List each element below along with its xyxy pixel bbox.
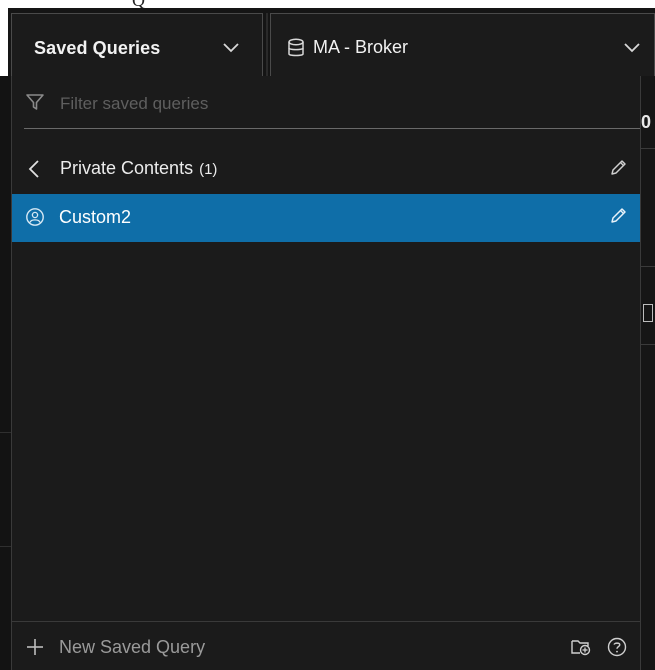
database-icon (288, 38, 304, 57)
divider (641, 148, 655, 149)
panel-footer: New Saved Query (12, 621, 640, 670)
filter-input[interactable] (58, 90, 602, 118)
chevron-left-icon[interactable] (28, 159, 40, 179)
saved-query-item[interactable]: Custom2 (12, 194, 640, 242)
saved-queries-label: Saved Queries (34, 38, 161, 58)
background-left (0, 76, 11, 670)
chevron-down-icon (624, 43, 640, 53)
saved-queries-panel: Private Contents (1) Custom2 New Saved Qu… (11, 76, 641, 670)
filter-underline (24, 128, 640, 129)
divider (641, 266, 655, 267)
group-name: Private Contents (60, 158, 194, 178)
top-strip: Q (0, 0, 655, 10)
saved-query-label: Custom2 (59, 207, 132, 227)
pencil-icon[interactable] (608, 158, 628, 178)
background-right: 0 (641, 76, 655, 670)
user-circle-icon (26, 208, 44, 226)
header-separator (266, 13, 268, 77)
new-saved-query-button[interactable]: New Saved Query (59, 637, 205, 658)
pencil-icon[interactable] (608, 206, 628, 226)
divider (0, 432, 11, 433)
chevron-down-icon (223, 43, 239, 53)
divider (641, 344, 655, 345)
group-label: Private Contents (1) (60, 158, 217, 179)
folder-add-icon[interactable] (570, 637, 592, 657)
filter-icon (26, 94, 44, 110)
divider (0, 546, 11, 547)
group-header-private-contents[interactable]: Private Contents (1) (12, 144, 640, 194)
group-count: (1) (199, 161, 218, 178)
query-header: Saved Queries MA - Broker (8, 8, 655, 77)
saved-queries-dropdown[interactable]: Saved Queries (11, 13, 263, 77)
help-circle-icon[interactable] (606, 636, 628, 658)
cut-off-text: 0 (641, 112, 652, 132)
data-source-label: MA - Broker (313, 37, 409, 57)
filter-bar (12, 76, 640, 132)
cut-off-control (643, 304, 653, 322)
data-source-dropdown[interactable]: MA - Broker (270, 13, 655, 77)
plus-icon[interactable] (26, 638, 44, 656)
